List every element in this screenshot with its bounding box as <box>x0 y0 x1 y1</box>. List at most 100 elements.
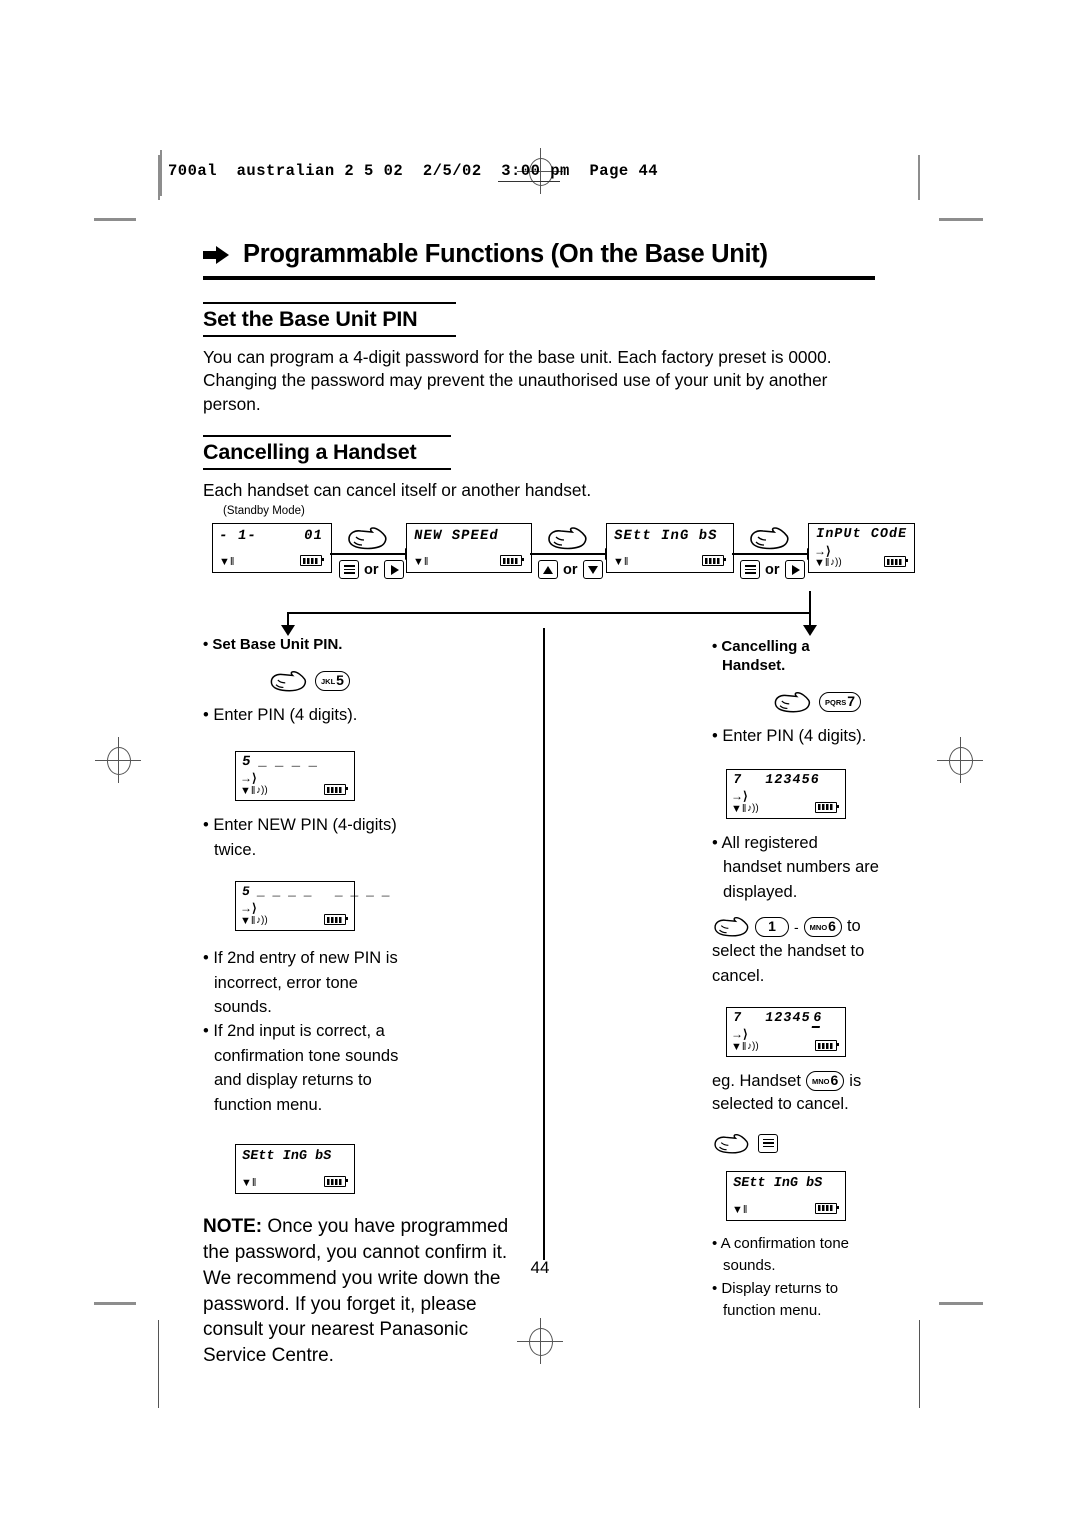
dial-key-7[interactable]: PQRS 7 <box>819 691 862 712</box>
flow-keys-1: or <box>339 560 404 579</box>
flow-lcd-4-left: InPUt COdE <box>814 527 909 542</box>
flow-diagram: (Standby Mode) - 1- 01 ▼‖ or NEW SPEEd ▼… <box>203 505 915 600</box>
trim-mark-bottom-right-v <box>919 1320 920 1408</box>
registration-mark-right <box>937 737 983 783</box>
file-header-text: 700al australian 2 5 02 2/5/02 3:00 pm P… <box>168 162 659 180</box>
dial-key-6-letters: MNO <box>809 922 828 932</box>
right-lcd-2-selected: 6 <box>811 1011 823 1029</box>
section-rule-bottom-0 <box>203 335 456 337</box>
dial-key-6-number: 6 <box>828 917 836 934</box>
right-lcd-1-left: 7 <box>731 772 743 788</box>
pointing-hand-icon <box>714 917 749 937</box>
menu-icon[interactable] <box>740 560 760 579</box>
flow-lcd-3: SEtt InG bS ▼‖ <box>606 523 734 573</box>
left-lcd-1-in-arrow-icon: →⟩ <box>240 771 257 786</box>
flow-lcd-2-left: NEW SPEEd <box>412 528 500 544</box>
menu-icon[interactable] <box>758 1133 778 1153</box>
trim-mark-top-right-v <box>918 155 920 200</box>
right-column: • Cancelling a Handset. PQRS 7 • Enter P… <box>712 628 884 1321</box>
right-lcd-2: 7 12345 6 →⟩ ▼‖ ♪)) <box>726 1007 846 1058</box>
dial-key-6[interactable]: MNO 6 <box>803 916 842 937</box>
section-rule-top-0 <box>203 302 456 304</box>
pointing-hand-icon-3 <box>750 527 789 550</box>
left-column-heading: • Set Base Unit PIN. <box>203 636 343 653</box>
right-lcd-2-speaker-icon: ♪)) <box>747 1041 759 1053</box>
flow-or-label-3: or <box>765 561 780 578</box>
right-lcd-1: 7 123456 →⟩ ▼‖ ♪)) <box>726 768 846 819</box>
page-title: Programmable Functions (On the Base Unit… <box>203 240 875 269</box>
right-arrow-icon[interactable] <box>383 560 404 579</box>
dial-key-5[interactable]: JKL 5 <box>315 670 350 691</box>
trim-mark-bottom-left-v <box>158 1320 159 1408</box>
right-eg-row: eg. Handset MNO 6 is <box>712 1071 884 1092</box>
standby-mode-label: (Standby Mode) <box>223 505 305 517</box>
menu-icon[interactable] <box>339 560 359 579</box>
left-lcd-2: 5 _ _ _ _ _ _ _ _ →⟩ ▼‖ ♪)) <box>235 881 391 932</box>
branch-horizontal <box>287 612 811 614</box>
right-lcd-1-speaker-icon: ♪)) <box>747 802 759 814</box>
flow-connector-3 <box>732 548 817 560</box>
left-lcd-1-battery-icon <box>324 784 348 796</box>
left-key-row: JKL 5 <box>268 669 533 693</box>
right-eg-suffix: is <box>849 1071 862 1090</box>
right-lcd-3-line1: SEtt InG bS <box>731 1175 824 1191</box>
up-arrow-icon[interactable] <box>538 560 558 579</box>
left-step-3-line3: sounds. <box>214 997 272 1016</box>
left-lcd-1-speaker-icon: ♪)) <box>256 785 268 797</box>
left-step-3-line1: • If 2nd entry of new PIN is <box>203 949 398 968</box>
flow-lcd-1-battery-icon <box>300 555 324 566</box>
flow-lcd-3-antenna-icon: ▼‖ <box>613 556 629 568</box>
right-step-2-line2: handset numbers are <box>723 858 879 877</box>
section-rule-bottom-1 <box>203 468 451 471</box>
down-arrow-icon[interactable] <box>582 560 603 579</box>
right-column-heading-line2: Handset. <box>722 656 786 674</box>
flow-lcd-2: NEW SPEEd ▼‖ <box>406 523 532 573</box>
right-lcd-2-antenna-icon: ▼‖ <box>731 1041 747 1054</box>
left-lcd-1-line1: 5 _ _ _ _ <box>240 754 319 771</box>
dial-key-6-eg-letters: MNO <box>811 1077 830 1087</box>
right-range-key-row: 1 - MNO 6 to <box>712 915 884 938</box>
right-arrow-icon[interactable] <box>784 560 805 579</box>
flow-connector-1 <box>330 548 415 560</box>
left-lcd-3-line1: SEtt InG bS <box>240 1149 333 1165</box>
page-title-text: Programmable Functions (On the Base Unit… <box>243 240 768 268</box>
left-step-4-line3: and display returns to <box>214 1071 372 1090</box>
pointing-hand-icon <box>270 670 307 692</box>
flow-or-label-2: or <box>563 561 578 578</box>
right-lcd-2-battery-icon <box>815 1040 839 1052</box>
right-eg-line2: selected to cancel. <box>712 1095 849 1114</box>
section-heading-0: Set the Base Unit PIN <box>203 307 418 331</box>
title-rule <box>203 276 875 280</box>
left-lcd-2-in-arrow-icon: →⟩ <box>240 901 257 916</box>
flow-lcd-3-left: SEtt InG bS <box>612 528 719 544</box>
left-lcd-2-battery-icon <box>324 914 348 926</box>
dial-key-6-eg-number: 6 <box>830 1072 839 1089</box>
left-lcd-3: SEtt InG bS ▼‖ <box>235 1144 355 1195</box>
left-step-3-line2: incorrect, error tone <box>214 973 358 992</box>
left-lcd-2-line1: 5 _ _ _ _ _ _ _ _ <box>240 884 392 900</box>
dial-key-6-eg[interactable]: MNO 6 <box>805 1071 845 1092</box>
trim-mark-top-left-h <box>94 218 136 221</box>
section-rule-top-1 <box>203 435 451 438</box>
registration-mark-left <box>95 737 141 783</box>
flow-lcd-4-battery-icon <box>884 556 908 567</box>
left-lcd-1-antenna-icon: ▼‖ <box>240 785 256 798</box>
right-step-2-line3: displayed. <box>723 882 798 901</box>
flow-lcd-3-battery-icon <box>702 555 726 566</box>
page-canvas: 700al australian 2 5 02 2/5/02 3:00 pm P… <box>0 0 1080 1528</box>
flow-lcd-1: - 1- 01 ▼‖ <box>212 523 332 573</box>
right-menu-key-row <box>712 1132 884 1155</box>
left-step-2-line2: twice. <box>214 840 257 859</box>
left-lcd-1: 5 _ _ _ _ →⟩ ▼‖ ♪)) <box>235 751 355 802</box>
note-block: NOTE: Once you have programmed the passw… <box>203 1214 533 1369</box>
pointing-hand-icon <box>714 1133 749 1154</box>
dial-key-1[interactable]: 1 <box>755 916 789 937</box>
dial-key-7-number: 7 <box>847 692 856 709</box>
header-underline <box>498 181 560 182</box>
right-range-text-line2: cancel. <box>712 966 765 985</box>
left-lcd-2-antenna-icon: ▼‖ <box>240 915 256 928</box>
note-text: Once you have programmed the password, y… <box>203 1216 509 1367</box>
branch-vertical-stem <box>809 591 811 614</box>
right-final-2-line1: • Display returns to <box>712 1279 839 1297</box>
pointing-hand-icon <box>774 691 811 712</box>
